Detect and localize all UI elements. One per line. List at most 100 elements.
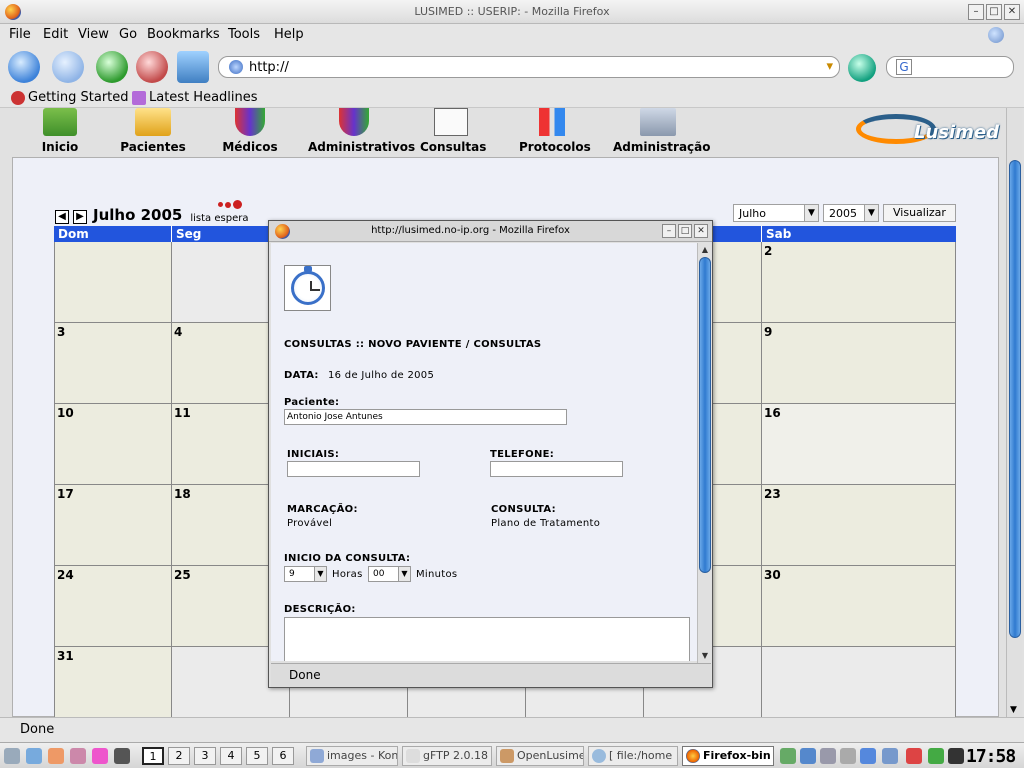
scrollbar-thumb[interactable]: [1009, 160, 1021, 638]
task-file-browser[interactable]: [ file:/home: [588, 746, 678, 766]
patient-field[interactable]: Antonio Jose Antunes: [284, 409, 567, 425]
search-bar[interactable]: G: [886, 56, 1014, 78]
calendar-day[interactable]: [762, 647, 956, 717]
prev-month-arrow-icon[interactable]: ◀: [55, 210, 69, 224]
scroll-down-icon[interactable]: ▼: [699, 650, 711, 662]
task-konqueror[interactable]: images - Kon: [306, 746, 398, 766]
popup-minimize-button[interactable]: –: [662, 224, 676, 238]
maximize-button[interactable]: □: [986, 4, 1002, 20]
popup-close-button[interactable]: ✕: [694, 224, 708, 238]
popup-maximize-button[interactable]: □: [678, 224, 692, 238]
nav-inicio[interactable]: Inicio: [40, 108, 80, 154]
initials-field[interactable]: [287, 461, 420, 477]
menu-tools[interactable]: Tools: [228, 27, 260, 42]
popup-scrollbar[interactable]: ▲ ▼: [697, 243, 711, 663]
desktop-5[interactable]: 5: [246, 747, 268, 765]
kde-menu-icon[interactable]: [4, 748, 20, 764]
close-button[interactable]: ✕: [1004, 4, 1020, 20]
task-firefox[interactable]: Firefox-bin: [682, 746, 774, 766]
calendar-day[interactable]: [54, 242, 172, 323]
year-select[interactable]: 2005 ▼: [823, 204, 879, 222]
terminal-icon[interactable]: [114, 748, 130, 764]
tray-no-network-icon[interactable]: [906, 748, 922, 764]
tray-app-icon[interactable]: [780, 748, 796, 764]
nav-consultas[interactable]: Consultas: [420, 108, 486, 154]
hour-select[interactable]: 9 ▼: [284, 566, 327, 582]
menu-view[interactable]: View: [78, 27, 109, 42]
calendar-controls: Julho ▼ 2005 ▼ Visualizar: [733, 204, 956, 222]
scroll-down-icon[interactable]: ▼: [1010, 705, 1017, 715]
bookmark-latest-headlines[interactable]: Latest Headlines: [132, 90, 258, 105]
bookmarks-toolbar: Getting Started Latest Headlines: [0, 88, 1024, 108]
task-label: images - Kon: [327, 749, 398, 762]
window-title: LUSIMED :: USERIP: - Mozilla Firefox: [414, 5, 610, 18]
tray-network-icon[interactable]: [860, 748, 876, 764]
phone-field[interactable]: [490, 461, 623, 477]
calendar-day[interactable]: 30: [762, 566, 956, 647]
popup-scrollbar-thumb[interactable]: [699, 257, 711, 573]
calendar-day[interactable]: 9: [762, 323, 956, 404]
back-button[interactable]: [8, 51, 40, 83]
calendar-day[interactable]: 2: [762, 242, 956, 323]
menu-edit[interactable]: Edit: [43, 27, 68, 42]
app-launcher-icon[interactable]: [26, 748, 42, 764]
stop-button[interactable]: [136, 51, 168, 83]
nav-administrativos[interactable]: Administrativos: [308, 108, 415, 154]
page-scrollbar[interactable]: ▼: [1006, 108, 1022, 717]
go-button[interactable]: [848, 54, 876, 82]
calendar-day[interactable]: 17: [54, 485, 172, 566]
minute-select[interactable]: 00 ▼: [368, 566, 411, 582]
description-textarea[interactable]: [284, 617, 690, 661]
chevron-down-icon: ▼: [398, 567, 410, 581]
menu-bookmarks[interactable]: Bookmarks: [147, 27, 220, 42]
menu-go[interactable]: Go: [119, 27, 137, 42]
test-tubes-icon: [539, 108, 565, 136]
minimize-button[interactable]: –: [968, 4, 984, 20]
home-folder-icon[interactable]: [48, 748, 64, 764]
home-button[interactable]: [177, 51, 209, 83]
next-month-arrow-icon[interactable]: ▶: [73, 210, 87, 224]
tray-update-icon[interactable]: [928, 748, 944, 764]
tray-printer-icon[interactable]: [820, 748, 836, 764]
month-select[interactable]: Julho ▼: [733, 204, 819, 222]
bookmark-getting-started[interactable]: Getting Started: [11, 90, 129, 105]
calendar-day[interactable]: 10: [54, 404, 172, 485]
nav-protocolos[interactable]: Protocolos: [519, 108, 591, 154]
desktop-4[interactable]: 4: [220, 747, 242, 765]
desktop-3[interactable]: 3: [194, 747, 216, 765]
browser-launcher-icon[interactable]: [92, 748, 108, 764]
tray-monitor-icon[interactable]: [882, 748, 898, 764]
calendar-day[interactable]: 16: [762, 404, 956, 485]
menu-file[interactable]: File: [9, 27, 31, 42]
nav-medicos[interactable]: Médicos: [222, 108, 278, 154]
tray-clipboard-icon[interactable]: [800, 748, 816, 764]
calendar-day[interactable]: 31: [54, 647, 172, 717]
new-consultation-popup: http://lusimed.no-ip.org - Mozilla Firef…: [268, 220, 713, 688]
nav-administracao[interactable]: Administração: [613, 108, 711, 154]
task-openlusimed[interactable]: OpenLusime: [496, 746, 584, 766]
url-input[interactable]: [249, 59, 809, 75]
desktop-1[interactable]: 1: [142, 747, 164, 765]
menu-help[interactable]: Help: [274, 27, 304, 42]
nav-label: Inicio: [41, 140, 79, 154]
calendar-day[interactable]: 3: [54, 323, 172, 404]
tray-k-icon[interactable]: [840, 748, 856, 764]
nav-pacientes[interactable]: Pacientes: [120, 108, 186, 154]
calendar-header: ◀ ▶ Julho 2005 lista espera: [55, 200, 248, 224]
desktop-2[interactable]: 2: [168, 747, 190, 765]
tray-volume-icon[interactable]: [948, 748, 964, 764]
reload-button[interactable]: [96, 51, 128, 83]
scroll-up-icon[interactable]: ▲: [699, 244, 711, 256]
task-gftp[interactable]: gFTP 2.0.18: [402, 746, 492, 766]
url-bar[interactable]: ▾: [218, 56, 840, 78]
popup-titlebar: http://lusimed.no-ip.org - Mozilla Firef…: [269, 221, 712, 242]
help-icon[interactable]: [70, 748, 86, 764]
forward-button[interactable]: [52, 51, 84, 83]
waitlist-link[interactable]: lista espera: [190, 200, 248, 224]
initials-label: INICIAIS:: [287, 449, 340, 460]
visualizar-button[interactable]: Visualizar: [883, 204, 956, 222]
calendar-day[interactable]: 24: [54, 566, 172, 647]
desktop-6[interactable]: 6: [272, 747, 294, 765]
url-dropdown-icon[interactable]: ▾: [826, 59, 833, 74]
calendar-day[interactable]: 23: [762, 485, 956, 566]
